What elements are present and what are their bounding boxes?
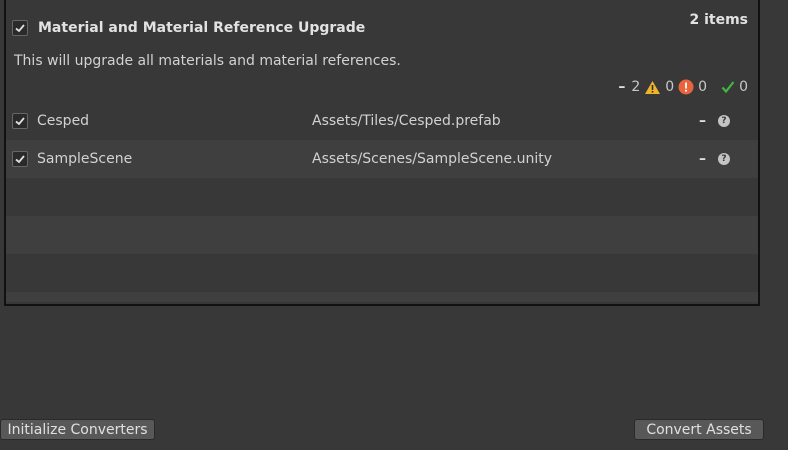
- item-list: Cesped Assets/Tiles/Cesped.prefab – ? Sa…: [6, 102, 758, 302]
- empty-row: [6, 254, 758, 292]
- item-path: Assets/Scenes/SampleScene.unity: [312, 151, 553, 167]
- success-count: 0: [739, 79, 748, 95]
- check-icon: [15, 155, 25, 164]
- help-icon[interactable]: ?: [718, 153, 730, 165]
- error-icon: [678, 79, 694, 95]
- converter-title: Material and Material Reference Upgrade: [38, 20, 366, 36]
- list-item[interactable]: SampleScene Assets/Scenes/SampleScene.un…: [6, 140, 758, 178]
- list-item[interactable]: Cesped Assets/Tiles/Cesped.prefab – ?: [6, 102, 758, 140]
- help-icon[interactable]: ?: [718, 115, 730, 127]
- initialize-converters-button[interactable]: Initialize Converters: [0, 419, 155, 440]
- pending-icon: –: [618, 79, 626, 95]
- converter-panel: Material and Material Reference Upgrade …: [4, 0, 760, 306]
- converter-description: This will upgrade all materials and mate…: [14, 53, 401, 69]
- status-summary: – 2 0 0 0: [618, 79, 748, 95]
- item-name: SampleScene: [37, 151, 133, 167]
- item-path: Assets/Tiles/Cesped.prefab: [312, 113, 501, 129]
- item-status-icon: –: [699, 151, 706, 167]
- check-icon: [15, 117, 25, 126]
- empty-row: [6, 292, 758, 302]
- empty-row: [6, 216, 758, 254]
- item-checkbox[interactable]: [12, 113, 28, 129]
- check-icon: [15, 24, 25, 33]
- warning-count: 0: [665, 79, 675, 95]
- empty-row: [6, 178, 758, 216]
- item-count: 2 items: [689, 12, 748, 28]
- warning-icon: [645, 80, 661, 94]
- item-name: Cesped: [37, 113, 90, 129]
- converter-enable-checkbox[interactable]: [12, 20, 28, 36]
- item-checkbox[interactable]: [12, 151, 28, 167]
- success-check-icon: [721, 81, 735, 94]
- pending-count: 2: [631, 79, 641, 95]
- converter-header: Material and Material Reference Upgrade: [12, 18, 365, 38]
- error-count: 0: [698, 79, 708, 95]
- item-status-icon: –: [699, 113, 706, 129]
- convert-assets-button[interactable]: Convert Assets: [634, 419, 764, 440]
